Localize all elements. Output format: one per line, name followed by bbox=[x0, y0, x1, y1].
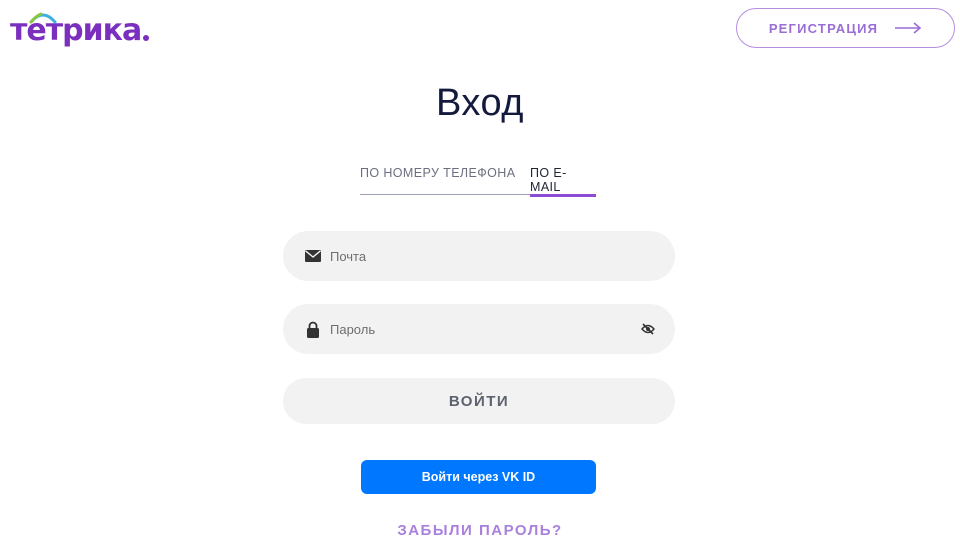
login-page: тетрика РЕГИСТРАЦИЯ Вход ПО НОМЕРУ ТЕЛЕФ… bbox=[0, 0, 960, 557]
envelope-icon bbox=[304, 247, 322, 265]
page-title: Вход bbox=[436, 82, 524, 124]
email-field[interactable] bbox=[283, 231, 675, 281]
password-input[interactable] bbox=[330, 304, 639, 354]
register-button[interactable]: РЕГИСТРАЦИЯ bbox=[736, 8, 955, 48]
tetrika-logo[interactable]: тетрика bbox=[10, 10, 150, 50]
tab-email[interactable]: ПО E-MAIL bbox=[530, 160, 596, 197]
forgot-password-link[interactable]: ЗАБЫЛИ ПАРОЛЬ? bbox=[0, 522, 960, 539]
email-input[interactable] bbox=[330, 231, 675, 281]
register-label: РЕГИСТРАЦИЯ bbox=[768, 20, 879, 36]
vk-id-login-button[interactable]: Войти через VK ID bbox=[361, 460, 596, 494]
tab-phone[interactable]: ПО НОМЕРУ ТЕЛЕФОНА bbox=[360, 160, 530, 195]
logo-dot bbox=[143, 35, 150, 41]
lock-icon bbox=[304, 320, 322, 338]
arrow-right-icon bbox=[895, 22, 922, 34]
eye-off-icon[interactable] bbox=[639, 320, 657, 338]
login-button[interactable]: ВОЙТИ bbox=[283, 378, 675, 424]
login-method-tabs: ПО НОМЕРУ ТЕЛЕФОНА ПО E-MAIL bbox=[360, 160, 596, 197]
password-field[interactable] bbox=[283, 304, 675, 354]
logo-arc-icon bbox=[29, 12, 57, 24]
